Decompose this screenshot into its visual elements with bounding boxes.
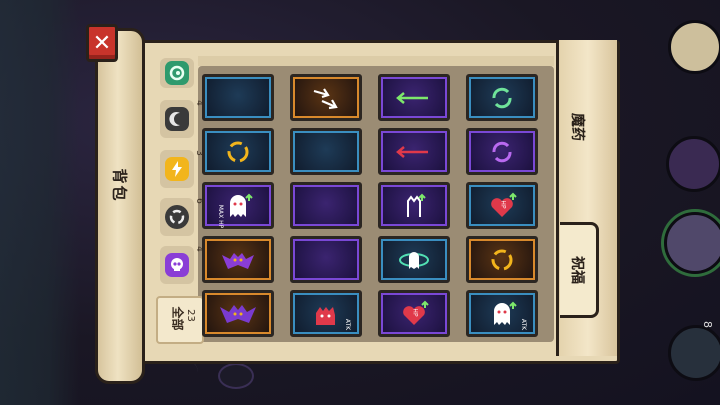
atk-tag: ATK (519, 318, 527, 331)
hud-map-button[interactable] (668, 20, 720, 74)
arrows-icon (313, 87, 338, 109)
close-button[interactable]: ✕ (86, 24, 118, 62)
cycle-icon (165, 205, 189, 229)
spider-decoration (218, 363, 254, 389)
item-max-hp[interactable]: MAX HP (202, 182, 274, 229)
arrow-icon (396, 91, 428, 104)
background-left-shade (0, 0, 80, 405)
hud-skill-button[interactable] (668, 325, 720, 381)
item-hp-heart[interactable]: HP (466, 182, 538, 229)
crescent-moon-icon (230, 85, 242, 110)
crescent-moon-icon (318, 139, 330, 164)
crescent-moon-icon (318, 247, 330, 272)
ghost-ring-icon (399, 251, 429, 269)
item-arrows[interactable] (290, 74, 362, 121)
skull-icon (165, 253, 189, 277)
lightning-icon (165, 157, 189, 181)
tab-potion[interactable]: 魔药 (560, 92, 596, 162)
item-red-arrow[interactable] (378, 128, 450, 175)
category-moon[interactable]: 4 (160, 100, 204, 138)
item-hp-heart-2[interactable]: HP (378, 290, 450, 337)
item-cycle-yellow[interactable] (202, 128, 274, 175)
crescent-moon-icon (318, 193, 330, 218)
cycle-icon (491, 249, 513, 270)
panel-top-strip (198, 56, 554, 66)
tab-blessing[interactable]: 祝福 (560, 222, 599, 318)
hud-character-portrait[interactable] (666, 136, 720, 192)
category-all[interactable]: 全部 23 (156, 296, 204, 344)
category-lightning[interactable]: 3 (160, 150, 204, 188)
item-bat-purple[interactable] (202, 290, 274, 337)
cycle-icon (492, 87, 512, 108)
arrow-icon (396, 145, 428, 158)
ghost-icon (494, 301, 517, 325)
item-bat[interactable] (202, 236, 274, 283)
item-moon-purple[interactable] (290, 236, 362, 283)
category-green[interactable] (160, 58, 194, 88)
ghost-icon (407, 193, 426, 217)
hp-tag: HP (411, 308, 419, 317)
max-hp-tag: MAX HP (217, 204, 225, 229)
close-icon: ✕ (92, 30, 112, 56)
cycle-icon (492, 141, 512, 162)
atk-tag: ATK (343, 318, 351, 331)
hud-companion-portrait[interactable] (664, 212, 720, 274)
item-moon-green[interactable] (202, 74, 274, 121)
crescent-moon-icon (165, 107, 189, 131)
item-ghost-ring[interactable] (378, 236, 450, 283)
bat-icon (220, 304, 256, 323)
item-cycle-green[interactable] (466, 74, 538, 121)
green-swirl-icon (165, 61, 189, 85)
item-moon-teal[interactable] (290, 128, 362, 175)
item-cycle-purple[interactable] (466, 128, 538, 175)
hud-level: 8 (701, 321, 714, 328)
scroll-left-rod (95, 28, 145, 384)
bag-title: 背包 (110, 168, 129, 203)
item-atk-ghost[interactable]: ATK (466, 290, 538, 337)
cycle-icon (227, 141, 249, 162)
hp-tag: HP (499, 200, 507, 209)
category-skull[interactable]: 4 (160, 246, 204, 284)
bat-icon (222, 252, 254, 269)
item-moon-blue[interactable] (290, 182, 362, 229)
item-green-arrow[interactable] (378, 74, 450, 121)
monster-icon (316, 306, 335, 325)
item-cycle-orange[interactable] (466, 236, 538, 283)
category-cycle[interactable]: 6 (160, 198, 204, 236)
category-all-count: 23 (184, 309, 196, 322)
item-ghost-up[interactable] (378, 182, 450, 229)
item-atk[interactable]: ATK (290, 290, 362, 337)
